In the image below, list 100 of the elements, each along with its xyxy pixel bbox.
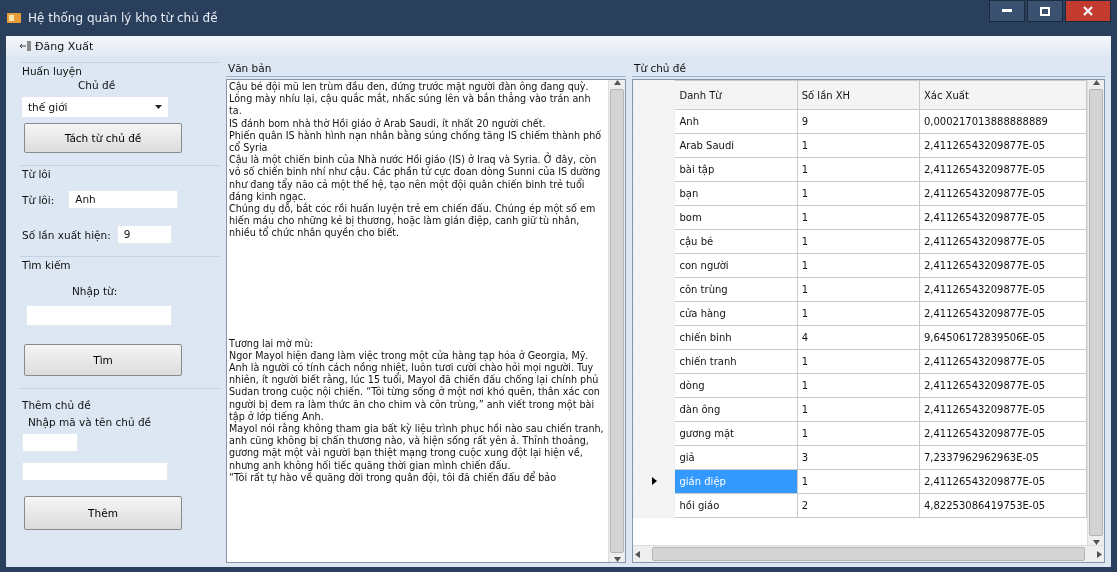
dropdown-arrow-icon	[155, 105, 162, 109]
table-cell[interactable]: bom	[675, 205, 798, 230]
column-header[interactable]: Danh Từ	[675, 80, 798, 110]
paragraph: “Tôi rất tự hào về quãng đời trong quân đội, tôi đã chiến đấu để bảo	[229, 471, 558, 485]
column-header[interactable]: Số lần XH	[797, 80, 920, 110]
table-cell[interactable]: cậu bé	[675, 229, 798, 254]
paragraph: IS đánh bom nhà thờ Hồi giáo ở Arab Saudi, ít nhất 20 người chết.	[229, 117, 547, 129]
search-field[interactable]	[26, 305, 172, 326]
table-cell[interactable]: 1	[797, 133, 920, 158]
add-topic-label: Nhập mã và tên chủ đề	[28, 416, 153, 428]
count-field[interactable]: 9	[116, 225, 172, 244]
table-cell[interactable]: 1	[797, 349, 920, 374]
topic-label: Chủ đề	[78, 79, 117, 91]
table-cell[interactable]: Arab Saudi	[675, 133, 798, 158]
table-cell[interactable]: giả	[675, 445, 798, 470]
table-cell[interactable]: 1	[797, 229, 920, 254]
table-cell[interactable]: côn trùng	[675, 277, 798, 302]
table-cell[interactable]: 2,41126543209877E-05	[919, 229, 1087, 254]
table-cell[interactable]: 1	[797, 253, 920, 278]
table-cell[interactable]: 1	[797, 301, 920, 326]
table-cell[interactable]: 2,41126543209877E-05	[919, 421, 1087, 446]
close-icon	[1083, 6, 1093, 16]
logout-icon	[20, 41, 32, 51]
arrow-icon[interactable]	[613, 80, 621, 85]
table-cell[interactable]: 4,82253086419753E-05	[919, 493, 1087, 518]
table-cell[interactable]: bạn	[675, 181, 798, 206]
table-cell[interactable]: gương mặt	[675, 421, 798, 446]
table-cell[interactable]: 2,41126543209877E-05	[919, 133, 1087, 158]
panel-title: Văn bản	[228, 62, 272, 74]
table-cell[interactable]: 1	[797, 373, 920, 398]
logout-menu-item[interactable]: Đăng Xuất	[20, 39, 94, 53]
close-button[interactable]	[1065, 0, 1111, 22]
column-header[interactable]: Xác Xuất	[919, 80, 1087, 110]
table-cell[interactable]: 2	[797, 493, 920, 518]
table-cell[interactable]: 1	[797, 277, 920, 302]
paragraph: Ngor Mayol hiện đang làm việc trong một cửa hàng tạp hóa ở Georgia, Mỹ. Anh là người có tính cách nồng nhiệt, luôn tươi cười chào hỏi mọi người. Tuy nhiên, ít người biết rằng, lúc 15 tuổi, Mayol đã chiến đấu chống lại chính phủ Sudan trong cuộc nội chiến. “Tôi từng sống ở một nơi khó quên, thân xác con người bị đem ra làm thức ăn cho chim và côn trùng,” anh viết trong một bài tập ở lớp tiếng Anh.	[229, 349, 601, 423]
table-cell[interactable]: 1	[797, 181, 920, 206]
paragraph: Cậu bé đội mũ len trùm đầu đen, đứng trước mặt người đàn ông đang quỳ. Lông mày nhíu lại, cậu quắc mắt, nhấc súng lên và bắn thẳng vào trán anh ta.	[229, 81, 592, 118]
group-title: Thêm chủ đề	[22, 399, 92, 411]
table-cell[interactable]: 7,2337962962963E-05	[919, 445, 1087, 470]
window-title: Hệ thống quản lý kho từ chủ đề	[28, 11, 218, 25]
table-cell[interactable]: chiến binh	[675, 325, 798, 350]
minimize-button[interactable]	[989, 0, 1025, 22]
table-cell[interactable]: 2,41126543209877E-05	[919, 373, 1087, 398]
paragraph: Chúng dụ dỗ, bắt cóc rồi huấn luyện trẻ em chiến đấu. Chúng ép một số em hiến máu cho những kẻ bị thương, hoặc làm gián điệp, canh giữ tù nhân, nhiều tổ chức nhân quyền cho biết.	[229, 203, 597, 240]
minimize-icon	[1002, 9, 1012, 13]
table-cell[interactable]: 1	[797, 157, 920, 182]
count-label: Số lần xuất hiện:	[22, 228, 111, 241]
table-cell[interactable]: 0,000217013888888889	[919, 109, 1087, 134]
group-title: Tìm kiếm	[22, 259, 72, 271]
table-cell[interactable]: 9,64506172839506E-05	[919, 325, 1087, 350]
arrow-icon[interactable]	[613, 557, 621, 562]
table-cell[interactable]: 2,41126543209877E-05	[919, 301, 1087, 326]
topic-code-field[interactable]	[22, 433, 78, 452]
add-button[interactable]: Thêm	[24, 496, 182, 530]
table-cell[interactable]: con người	[675, 253, 798, 278]
table-cell[interactable]: chiến tranh	[675, 349, 798, 374]
table-cell[interactable]: 2,41126543209877E-05	[919, 181, 1087, 206]
paragraph: Tương lai mờ mù:	[229, 337, 315, 350]
paragraph: Cậu là một chiến binh của Nhà nước Hồi giáo (IS) ở Iraq và Syria. Ở đây, còn vô số chiến binh nhí như cậu. Các phần tử cực đoan dòng Sunni của IS dường như đang tẩy não cả một thế hệ, tạo nên một đội quân chiến binh trẻ tuổi đáng kinh ngạc.	[229, 154, 602, 203]
arrow-icon[interactable]	[1092, 80, 1100, 85]
search-label: Nhập từ:	[72, 285, 119, 297]
table-cell[interactable]: 3	[797, 445, 920, 470]
table-cell[interactable]: hồi giáo	[675, 493, 798, 518]
paragraph: Mayol nói rằng không tham gia bất kỳ liệu trình phục hồi nào sau chiến tranh, anh cũng không bị chấn thương nào, và hiện sống rất yên ả. Thỉnh thoảng, gương mặt một vài người bạn thiệt mạng trong cuộc xung đột lại hiện về, nhưng anh không hối tiếc quãng thời gian mình chiến đấu.	[229, 423, 605, 471]
word-label: Từ lôi:	[22, 193, 55, 206]
table-cell[interactable]: 9	[797, 109, 920, 134]
table-cell[interactable]: 4	[797, 325, 920, 350]
table-cell[interactable]: cửa hàng	[675, 301, 798, 326]
table-cell[interactable]: 2,41126543209877E-05	[919, 277, 1087, 302]
text-area[interactable]	[226, 79, 626, 563]
table-cell[interactable]: đàn ông	[675, 397, 798, 422]
scrollbar[interactable]	[1087, 80, 1104, 545]
table-cell[interactable]: 2,41126543209877E-05	[919, 469, 1087, 494]
table-cell[interactable]: 1	[797, 469, 920, 494]
table-cell[interactable]: 1	[797, 397, 920, 422]
app-icon	[6, 11, 22, 25]
scrollbar[interactable]	[633, 545, 1104, 562]
arrow-icon[interactable]	[635, 550, 640, 558]
maximize-button[interactable]	[1027, 0, 1063, 22]
maximize-icon	[1040, 6, 1050, 16]
group-title: Từ lôi	[22, 168, 52, 180]
table-cell[interactable]: 2,41126543209877E-05	[919, 157, 1087, 182]
group-title: Huấn luyện	[22, 65, 83, 77]
table-cell[interactable]: 2,41126543209877E-05	[919, 253, 1087, 278]
word-field[interactable]: Anh	[68, 190, 179, 209]
table-cell[interactable]: 1	[797, 421, 920, 446]
table-cell[interactable]: bài tập	[675, 157, 798, 182]
table-cell[interactable]: 2,41126543209877E-05	[919, 205, 1087, 230]
table-cell[interactable]: 2,41126543209877E-05	[919, 349, 1087, 374]
table-cell[interactable]: 2,41126543209877E-05	[919, 397, 1087, 422]
table-cell[interactable]: 1	[797, 205, 920, 230]
search-button[interactable]: Tìm	[24, 344, 182, 376]
topic-name-field[interactable]	[22, 462, 168, 481]
panel-title: Từ chủ đề	[634, 62, 686, 74]
extract-button[interactable]: Tách từ chủ đề	[24, 123, 182, 153]
table-cell[interactable]: dòng	[675, 373, 798, 398]
topic-dropdown[interactable]: thế giới	[22, 97, 168, 117]
table-cell[interactable]: Anh	[675, 109, 798, 134]
scrollbar[interactable]	[608, 80, 625, 562]
